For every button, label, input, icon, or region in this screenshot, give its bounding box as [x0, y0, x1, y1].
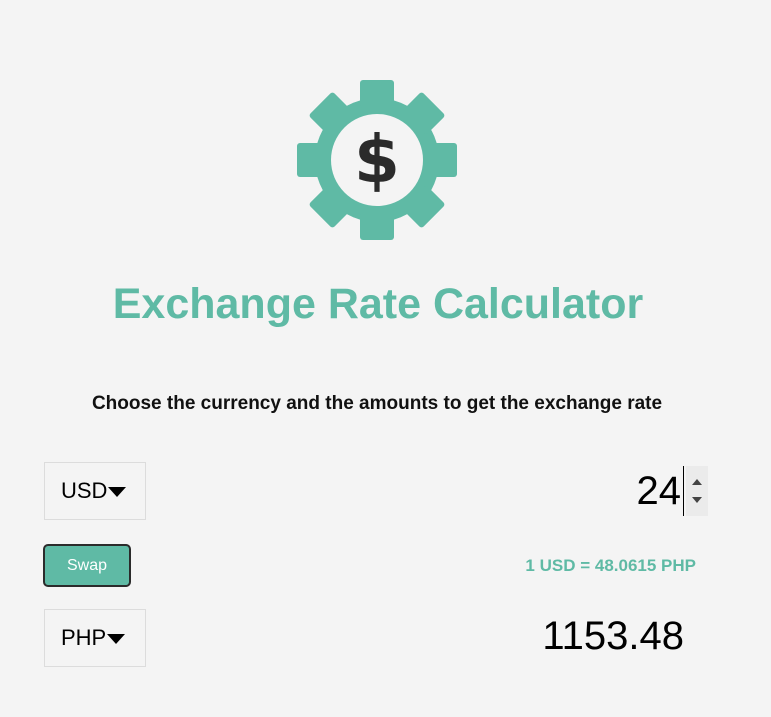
amount-one-value: 24	[636, 468, 682, 513]
amount-stepper[interactable]	[686, 466, 708, 516]
chevron-down-icon	[108, 487, 127, 497]
amount-two-value: 1153.48	[542, 614, 684, 658]
exchange-rate-page: $ Exchange Rate Calculator Choose the cu…	[0, 0, 771, 717]
gear-dollar-icon: $	[297, 80, 457, 240]
text-cursor	[683, 466, 684, 516]
exchange-rate-text: 1 USD = 48.0615 PHP	[525, 556, 696, 575]
page-title: Exchange Rate Calculator	[112, 280, 644, 328]
amount-one-input[interactable]: 24	[560, 466, 708, 516]
stepper-up-icon[interactable]	[692, 479, 702, 485]
stepper-down-icon[interactable]	[692, 497, 702, 503]
page-subtitle: Choose the currency and the amounts to g…	[91, 393, 663, 414]
svg-text:$: $	[354, 121, 400, 198]
currency-two-select[interactable]: PHP	[44, 609, 146, 667]
currency-one-value: USD	[61, 478, 108, 503]
currency-two-value: PHP	[61, 625, 107, 650]
currency-one-select[interactable]: USD	[44, 462, 146, 520]
swap-button[interactable]: Swap	[43, 544, 131, 587]
chevron-down-icon	[107, 634, 126, 644]
